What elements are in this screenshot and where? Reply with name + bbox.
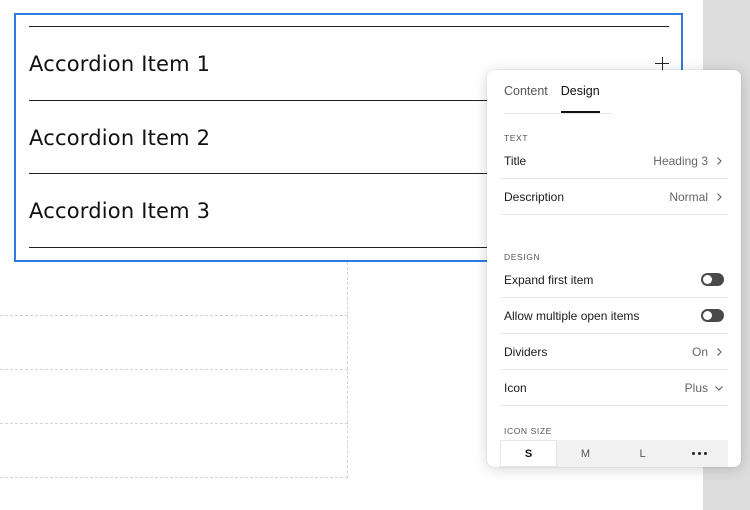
icon-size-selector: S M L (500, 440, 728, 467)
chevron-right-icon (717, 156, 722, 165)
accordion-item-title: Accordion Item 3 (29, 198, 211, 223)
row-value: Plus (684, 380, 708, 395)
dividers-row[interactable]: Dividers On (500, 334, 728, 370)
expand-first-item-toggle[interactable] (701, 273, 724, 286)
chevron-down-icon (715, 385, 723, 391)
row-value: Heading 3 (653, 153, 708, 168)
grid-line (0, 315, 348, 316)
row-label: Expand first item (504, 272, 594, 287)
description-style-row[interactable]: Description Normal (500, 179, 728, 215)
row-value: Normal (669, 189, 708, 204)
row-label: Icon (504, 380, 527, 395)
row-label: Allow multiple open items (504, 308, 640, 323)
panel-tabs: Content Design (504, 70, 600, 113)
expand-first-item-row: Expand first item (500, 262, 728, 298)
row-label: Title (504, 153, 527, 168)
row-label: Dividers (504, 344, 548, 359)
tab-design[interactable]: Design (560, 70, 600, 113)
allow-multiple-toggle[interactable] (701, 309, 724, 322)
allow-multiple-row: Allow multiple open items (500, 298, 728, 334)
icon-size-more-button[interactable] (671, 440, 728, 467)
accordion-item-title: Accordion Item 1 (29, 51, 211, 76)
grid-line (0, 423, 348, 424)
more-horizontal-icon (692, 452, 707, 455)
icon-size-medium[interactable]: M (557, 440, 614, 467)
chevron-right-icon (717, 192, 722, 201)
row-value: On (691, 344, 708, 359)
section-label-design: DESIGN (504, 252, 541, 262)
toggle-knob (703, 311, 712, 320)
section-label-text: TEXT (504, 133, 529, 143)
toggle-knob (703, 275, 712, 284)
block-settings-panel: Content Design TEXT Title Heading 3 Desc… (487, 70, 741, 467)
plus-icon[interactable] (655, 56, 669, 71)
accordion-item-title: Accordion Item 2 (29, 125, 211, 150)
tabs-divider (504, 113, 612, 114)
row-label: Description (504, 189, 565, 204)
icon-select-row[interactable]: Icon Plus (500, 370, 728, 406)
chevron-right-icon (717, 347, 722, 356)
tab-content[interactable]: Content (504, 70, 548, 113)
grid-line (0, 369, 348, 370)
title-style-row[interactable]: Title Heading 3 (500, 143, 728, 179)
icon-size-small[interactable]: S (500, 440, 557, 467)
icon-size-large[interactable]: L (614, 440, 671, 467)
section-label-icon-size: ICON SIZE (504, 426, 552, 436)
layout-grid (0, 262, 348, 478)
